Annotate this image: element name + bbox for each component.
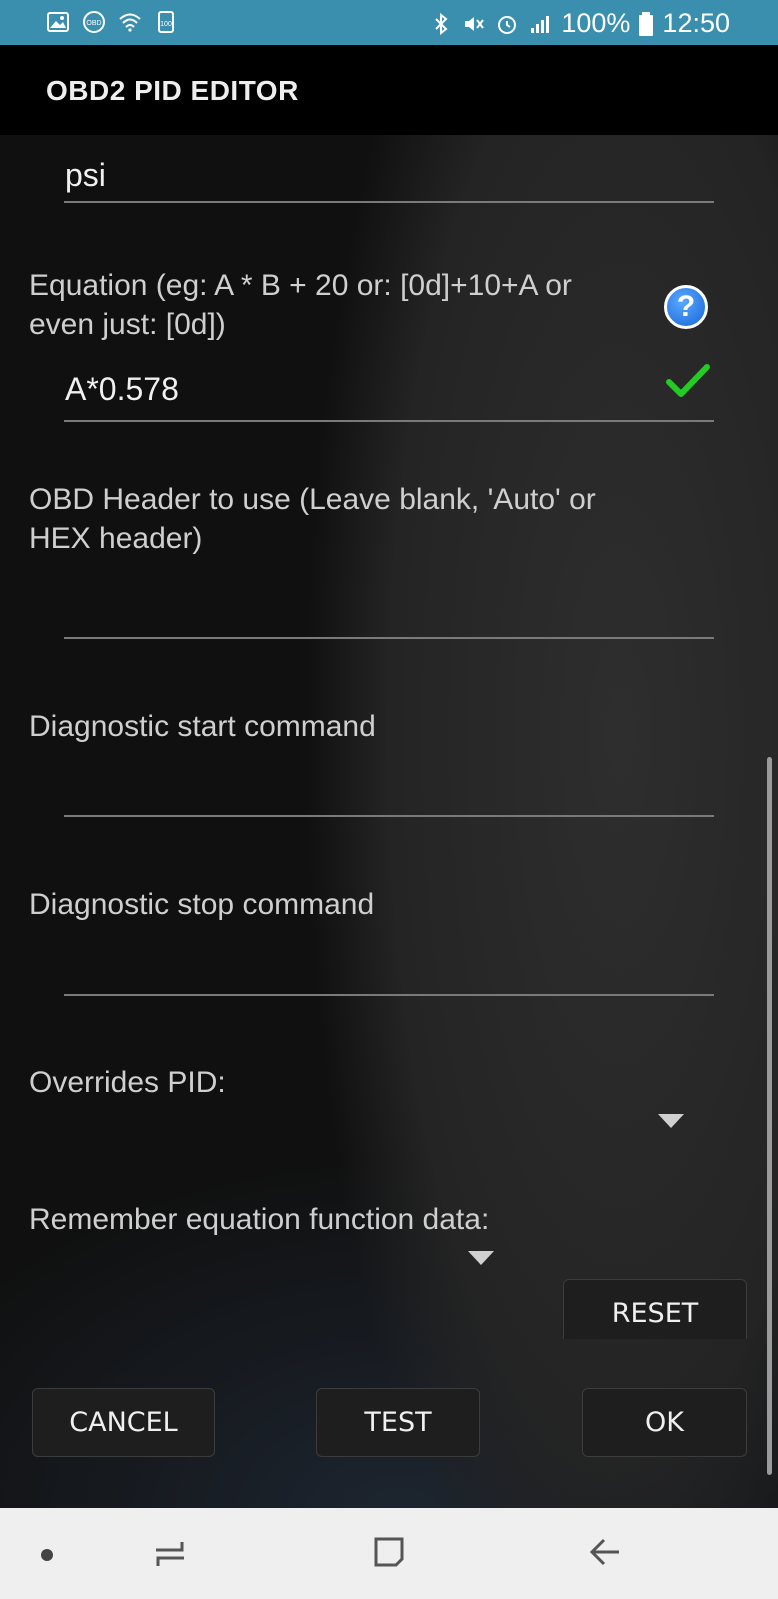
dot-icon[interactable] bbox=[40, 1548, 54, 1562]
units-field-underline bbox=[64, 201, 714, 203]
test-button[interactable]: TEST bbox=[316, 1388, 480, 1457]
ok-button[interactable]: OK bbox=[582, 1388, 747, 1457]
overrides-pid-dropdown[interactable] bbox=[29, 1100, 709, 1144]
home-icon[interactable] bbox=[372, 1535, 406, 1569]
remember-data-dropdown[interactable] bbox=[29, 1239, 499, 1283]
chevron-down-icon bbox=[658, 1114, 684, 1128]
signal-icon bbox=[531, 15, 550, 33]
obd-header-label: OBD Header to use (Leave blank, 'Auto' o… bbox=[29, 483, 596, 555]
navigation-bar bbox=[0, 1508, 778, 1599]
scrollbar[interactable] bbox=[767, 757, 772, 1475]
units-field[interactable]: psi bbox=[65, 157, 106, 194]
remember-data-label: Remember equation function data: bbox=[29, 1203, 490, 1236]
diag-start-label: Diagnostic start command bbox=[29, 710, 376, 743]
obd-icon: OBD bbox=[83, 11, 105, 33]
help-icon[interactable]: ? bbox=[664, 285, 708, 329]
back-icon[interactable] bbox=[588, 1537, 622, 1567]
diag-stop-field[interactable] bbox=[65, 939, 705, 979]
status-bar: OBD 100 100% 12:50 bbox=[0, 0, 778, 45]
status-right: 100% 12:50 bbox=[429, 8, 730, 39]
diag-stop-field-underline bbox=[64, 994, 714, 996]
svg-text:OBD: OBD bbox=[86, 20, 101, 27]
bluetooth-icon bbox=[435, 12, 448, 35]
alarm-icon bbox=[498, 15, 517, 34]
battery-icon bbox=[639, 11, 654, 36]
battery-100-icon: 100 bbox=[158, 11, 174, 33]
wifi-icon bbox=[119, 13, 141, 32]
diag-start-field-underline bbox=[64, 815, 714, 817]
equation-label: Equation (eg: A * B + 20 or: [0d]+10+A o… bbox=[29, 269, 572, 341]
app-bar: OBD2 PID EDITOR bbox=[0, 45, 778, 136]
cancel-button[interactable]: CANCEL bbox=[32, 1388, 215, 1457]
page-title: OBD2 PID EDITOR bbox=[46, 75, 299, 106]
equation-field-underline bbox=[64, 420, 714, 422]
image-icon bbox=[47, 12, 69, 32]
equation-field[interactable]: A*0.578 bbox=[65, 371, 179, 408]
clock: 12:50 bbox=[662, 8, 730, 38]
battery-percent: 100% bbox=[561, 8, 631, 38]
reset-button[interactable]: RESET bbox=[563, 1279, 747, 1339]
obd-header-field[interactable] bbox=[65, 583, 705, 623]
chevron-down-icon bbox=[468, 1251, 494, 1265]
overrides-pid-label: Overrides PID: bbox=[29, 1066, 226, 1099]
diag-stop-label: Diagnostic stop command bbox=[29, 888, 375, 921]
pid-editor-form: psi Equation (eg: A * B + 20 or: [0d]+10… bbox=[0, 135, 778, 1508]
reset-button-clip: RESET bbox=[563, 1279, 747, 1339]
obd-header-field-underline bbox=[64, 637, 714, 639]
status-left-icons: OBD 100 bbox=[46, 10, 178, 34]
svg-text:100: 100 bbox=[160, 21, 172, 28]
recent-apps-icon[interactable] bbox=[152, 1538, 188, 1570]
diag-start-field[interactable] bbox=[65, 760, 705, 800]
mute-icon bbox=[465, 16, 485, 31]
checkmark-icon bbox=[666, 364, 710, 397]
